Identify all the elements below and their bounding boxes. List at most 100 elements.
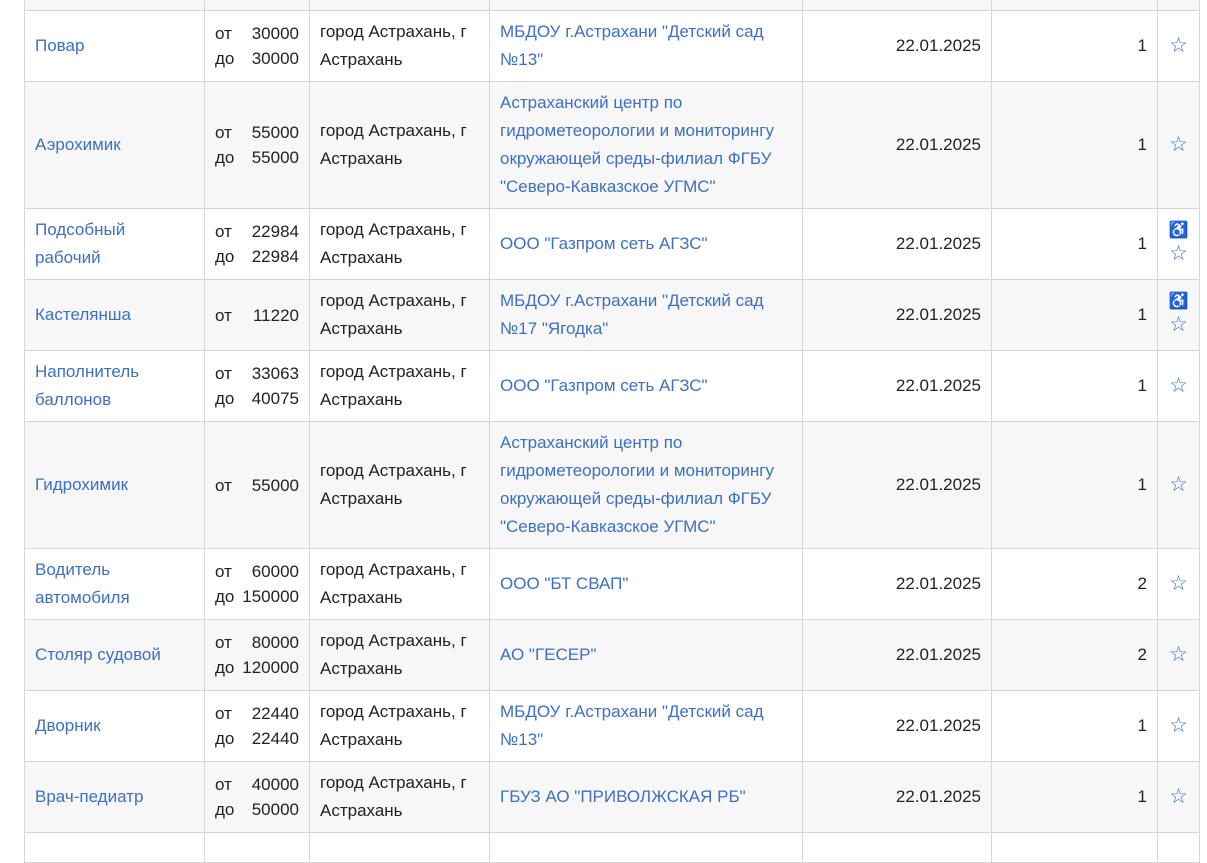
salary-from-value: 55000 — [251, 475, 299, 495]
location-text: город Астрахань, г Астрахань — [320, 121, 467, 168]
actions-cell: ☆ — [1157, 690, 1200, 762]
date-cell: 22.01.2025 — [802, 350, 992, 422]
vacancy-title-cell: Наполнитель баллонов — [24, 350, 205, 422]
employer-link[interactable]: МБДОУ г.Астрахани "Детский сад №13" — [500, 702, 764, 749]
count-cell: 2 — [991, 548, 1158, 620]
vacancy-title-link[interactable]: Повар — [35, 36, 84, 55]
posted-date: 22.01.2025 — [895, 36, 981, 55]
table-row: Наполнитель баллонов от 33063 до 40075 город … — [24, 350, 1200, 422]
location-text: город Астрахань, г Астрахань — [320, 773, 467, 820]
employer-link[interactable]: Астраханский центр по гидрометеорологии … — [500, 93, 774, 196]
posted-date: 22.01.2025 — [895, 787, 981, 806]
employer-link[interactable]: Астраханский центр по гидрометеорологии … — [500, 433, 774, 536]
vacancy-count: 1 — [1137, 787, 1147, 806]
star-outline-icon[interactable]: ☆ — [1168, 642, 1189, 668]
actions-cell: ☆ — [1157, 350, 1200, 422]
star-outline-icon[interactable]: ☆ — [1168, 472, 1189, 498]
employer-cell: АО "ГЕСЕР" — [489, 619, 803, 691]
actions-cell — [1157, 832, 1200, 863]
salary-from: от 80000 — [215, 630, 299, 655]
star-outline-icon[interactable]: ☆ — [1168, 373, 1189, 399]
vacancy-title-link[interactable]: Подсобный рабочий — [35, 220, 125, 267]
location-text: город Астрахань, г Астрахань — [320, 220, 467, 267]
table-row: Кастелянша от 11220 город Астрахань, г Астр… — [24, 279, 1200, 351]
salary-from: от 33063 — [215, 361, 299, 386]
star-outline-icon[interactable]: ☆ — [1168, 784, 1189, 810]
salary-to: до 150000 — [215, 584, 299, 609]
salary-cell: от 80000 до 120000 — [204, 619, 310, 691]
count-cell: 1 — [991, 690, 1158, 762]
vacancy-title-link[interactable]: Кастелянша — [35, 305, 131, 324]
vacancy-title-cell: Врач-педиатр — [24, 761, 205, 833]
salary-from: от 22984 — [215, 219, 299, 244]
salary-to: до 50000 — [215, 797, 299, 822]
vacancy-count: 1 — [1137, 305, 1147, 324]
salary-from-prefix: от — [215, 123, 232, 142]
salary-cell: от 11220 — [204, 279, 310, 351]
salary-from-prefix: от — [215, 222, 232, 241]
star-outline-icon[interactable]: ☆ — [1168, 241, 1189, 267]
table-row: Аэрохимик от 55000 до 55000 город Астрахань, … — [24, 81, 1200, 209]
posted-date: 22.01.2025 — [895, 716, 981, 735]
posted-date: 22.01.2025 — [895, 574, 981, 593]
actions-cell: ☆ — [1157, 81, 1200, 209]
salary-from-value: 80000 — [251, 633, 299, 652]
posted-date: 22.01.2025 — [895, 305, 981, 324]
salary-from: от 60000 — [215, 559, 299, 584]
salary-cell: от 40000 до 50000 — [204, 761, 310, 833]
employer-link[interactable]: МБДОУ г.Астрахани "Детский сад №17 "Ягод… — [500, 291, 764, 338]
vacancy-title-link[interactable]: Наполнитель баллонов — [35, 362, 139, 409]
salary-from-prefix: от — [215, 562, 232, 581]
star-outline-icon[interactable]: ☆ — [1168, 571, 1189, 597]
posted-date: 22.01.2025 — [895, 475, 981, 494]
posted-date: 22.01.2025 — [895, 376, 981, 395]
vacancy-title-link[interactable]: Врач-педиатр — [35, 787, 143, 806]
salary-to-prefix: до — [215, 729, 235, 748]
count-cell — [991, 832, 1158, 863]
vacancy-title-link[interactable]: Гидрохимик — [35, 475, 128, 494]
employer-link[interactable]: ООО "Газпром сеть АГЗС" — [500, 376, 708, 395]
employer-link[interactable]: МБДОУ г.Астрахани "Детский сад №13" — [500, 22, 764, 69]
table-row: Врач-педиатр от 40000 до 50000 город Астрахан… — [24, 761, 1200, 833]
salary-to-value: 120000 — [242, 658, 299, 677]
employer-link[interactable]: ООО "БТ СВАП" — [500, 574, 628, 593]
wheelchair-icon: ♿ — [1168, 222, 1189, 239]
salary-from-value: 22440 — [251, 704, 299, 723]
star-outline-icon[interactable]: ☆ — [1168, 132, 1189, 158]
vacancy-title-link[interactable]: Дворник — [35, 716, 101, 735]
vacancy-count: 2 — [1137, 645, 1147, 664]
employer-link[interactable]: АО "ГЕСЕР" — [500, 645, 596, 664]
location-text: город Астрахань, г Астрахань — [320, 22, 467, 69]
employer-link[interactable]: ГБУЗ АО "ПРИВОЛЖСКАЯ РБ" — [500, 787, 746, 806]
vacancy-count: 2 — [1137, 574, 1147, 593]
vacancy-title-link[interactable]: Аэрохимик — [35, 135, 121, 154]
salary-cell: от 30000 до 30000 — [204, 10, 310, 82]
star-outline-icon[interactable]: ☆ — [1168, 713, 1189, 739]
salary-from-prefix: от — [215, 775, 232, 794]
wheelchair-icon: ♿ — [1168, 293, 1189, 310]
actions-cell: ☆ — [1157, 548, 1200, 620]
salary-from-value: 40000 — [251, 775, 299, 794]
salary-from: от 40000 — [215, 772, 299, 797]
table-row: Водитель автомобиля от 60000 до 150000 город … — [24, 548, 1200, 620]
employer-cell: ООО "Газпром сеть АГЗС" — [489, 350, 803, 422]
salary-from-prefix: от — [215, 704, 232, 723]
date-cell: 22.01.2025 — [802, 10, 992, 82]
location-cell — [309, 832, 490, 863]
vacancy-title-link[interactable]: Столяр судовой — [35, 645, 161, 664]
employer-cell: ГБУЗ АО "ПРИВОЛЖСКАЯ РБ" — [489, 761, 803, 833]
table-row: Дворник от 22440 до 22440 город Астрахань, г … — [24, 690, 1200, 762]
star-outline-icon[interactable]: ☆ — [1168, 33, 1189, 59]
salary-to: до 40075 — [215, 386, 299, 411]
vacancy-title-cell: Повар — [24, 10, 205, 82]
location-cell: город Астрахань, г Астрахань — [309, 279, 490, 351]
vacancy-title-cell: Гидрохимик — [24, 421, 205, 549]
vacancy-title-link[interactable]: Водитель автомобиля — [35, 560, 130, 607]
salary-to-value: 22984 — [251, 247, 299, 266]
actions-cell: ♿ ☆ — [1157, 279, 1200, 351]
actions-cell: ☆ — [1157, 761, 1200, 833]
star-outline-icon[interactable]: ☆ — [1168, 312, 1189, 338]
salary-to: до 22984 — [215, 244, 299, 269]
salary-from: от 55000 — [215, 120, 299, 145]
employer-link[interactable]: ООО "Газпром сеть АГЗС" — [500, 234, 708, 253]
